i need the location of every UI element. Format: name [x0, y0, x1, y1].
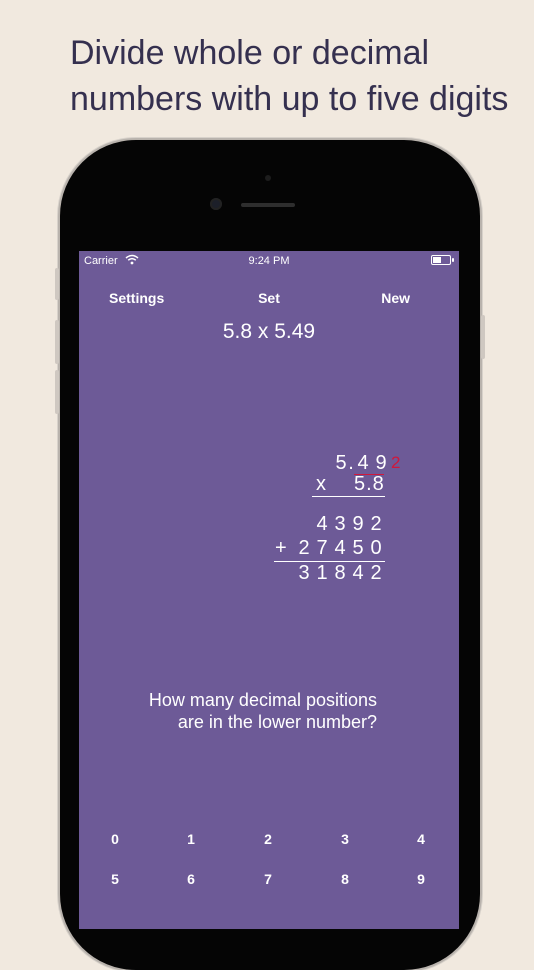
top-number: 5. 4 9 [334, 452, 390, 475]
front-camera-icon [210, 198, 222, 210]
digit: 2 [370, 562, 382, 584]
key-4[interactable]: 4 [401, 831, 441, 847]
digit: 2 [298, 537, 310, 559]
key-2[interactable]: 2 [248, 831, 288, 847]
digit: 5 [335, 452, 347, 474]
key-1[interactable]: 1 [171, 831, 211, 847]
key-7[interactable]: 7 [248, 871, 288, 887]
digit: 4 [334, 537, 346, 559]
mute-switch [55, 268, 59, 300]
status-time: 9:24 PM [248, 255, 290, 267]
multiply-operator: x [316, 473, 326, 495]
key-6[interactable]: 6 [171, 871, 211, 887]
volume-up-button [55, 320, 59, 364]
digit: 0 [370, 537, 382, 559]
key-9[interactable]: 9 [401, 871, 441, 887]
digit: 4 [352, 562, 364, 584]
digit: 8 [334, 562, 346, 584]
carry-digit: 2 [391, 453, 401, 472]
bottom-number: 5.8 [354, 473, 385, 495]
set-label: Set [258, 290, 280, 306]
digit: 1 [316, 562, 328, 584]
digit: 3 [334, 513, 346, 535]
key-3[interactable]: 3 [325, 831, 365, 847]
partial-product-2: 27450 [295, 537, 385, 560]
volume-down-button [55, 370, 59, 414]
key-5[interactable]: 5 [95, 871, 135, 887]
digit: 9 [352, 513, 364, 535]
plus-operator: + [275, 537, 287, 559]
battery-icon [431, 255, 454, 265]
multiply-rule [312, 496, 385, 497]
power-button [481, 315, 485, 359]
digit: 7 [316, 537, 328, 559]
prompt-line-1: How many decimal positions [148, 690, 377, 710]
headline: Divide whole or decimal numbers with up … [70, 34, 509, 118]
key-8[interactable]: 8 [325, 871, 365, 887]
proximity-sensor [265, 175, 271, 181]
question-prompt: How many decimal positions are in the lo… [79, 689, 377, 733]
digit: 4 [316, 513, 328, 535]
problem-title: 5.8 x 5.49 [222, 320, 316, 343]
new-button[interactable]: New [381, 290, 410, 306]
digit: 2 [370, 513, 382, 535]
prompt-line-2: are in the lower number? [177, 712, 377, 732]
digit: 3 [298, 562, 310, 584]
key-0[interactable]: 0 [95, 831, 135, 847]
digit: 5 [352, 537, 364, 559]
app-screen: Carrier 9:24 PM Settings Set New 5.8 x 5… [79, 251, 459, 929]
partial-product-1: 4392 [313, 513, 385, 536]
earpiece-speaker [241, 203, 295, 207]
digit: 4 [357, 452, 369, 474]
final-product: 31842 [295, 562, 385, 585]
digit: 9 [375, 452, 387, 474]
status-bar: Carrier 9:24 PM [79, 251, 459, 271]
